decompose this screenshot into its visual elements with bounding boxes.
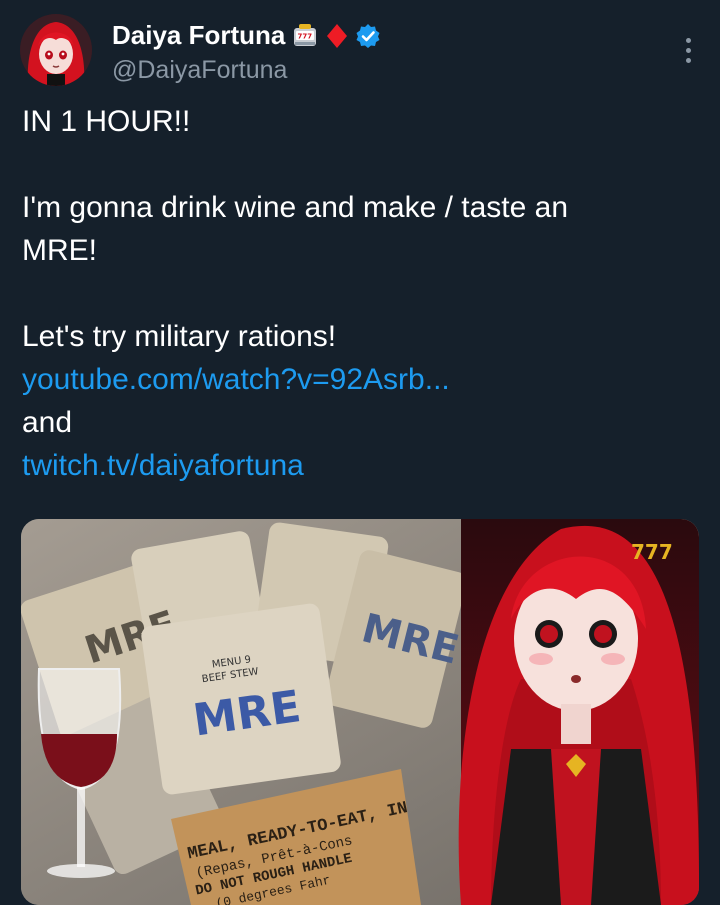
svg-text:777: 777 [298, 32, 313, 40]
more-dot-icon [685, 57, 691, 63]
tweet-text-line [22, 143, 692, 186]
slot-machine-icon: 777 [291, 22, 319, 50]
more-dot-icon [685, 47, 691, 53]
verified-badge-icon [355, 23, 381, 49]
author-name-row: Daiya Fortuna 777 [112, 20, 381, 51]
mre-main-pouch: MENU 9 BEEF STEW MRE [141, 603, 341, 795]
author-display-name[interactable]: Daiya Fortuna [112, 20, 285, 51]
more-options-button[interactable] [676, 30, 700, 70]
tweet-text-line [22, 272, 692, 315]
red-diamond-icon [325, 22, 349, 50]
svg-text:777: 777 [631, 540, 673, 564]
tweet-text-line: IN 1 HOUR!! [22, 105, 191, 138]
tweet-media-image[interactable]: MRE MRE MENU 9 BEEF STEW MRE MEAL, READY… [21, 519, 699, 905]
youtube-link[interactable]: youtube.com/watch?v=92Asrb... [22, 358, 692, 401]
character-illustration: 777 [458, 519, 699, 905]
tweet-text-line: Let's try military rations! [22, 320, 337, 353]
tweet-text-line: MRE! [22, 234, 97, 267]
more-dot-icon [685, 37, 691, 43]
author-avatar[interactable] [20, 14, 92, 86]
twitch-link[interactable]: twitch.tv/daiyafortuna [22, 444, 692, 487]
tweet-text: IN 1 HOUR!! I'm gonna drink wine and mak… [22, 100, 692, 487]
tweet-text-line: I'm gonna drink wine and make / taste an [22, 191, 569, 224]
tweet-text-line: and [22, 406, 73, 439]
author-handle[interactable]: @DaiyaFortuna [112, 56, 287, 85]
tweet-header: Daiya Fortuna 777 @DaiyaFortuna [20, 14, 700, 86]
